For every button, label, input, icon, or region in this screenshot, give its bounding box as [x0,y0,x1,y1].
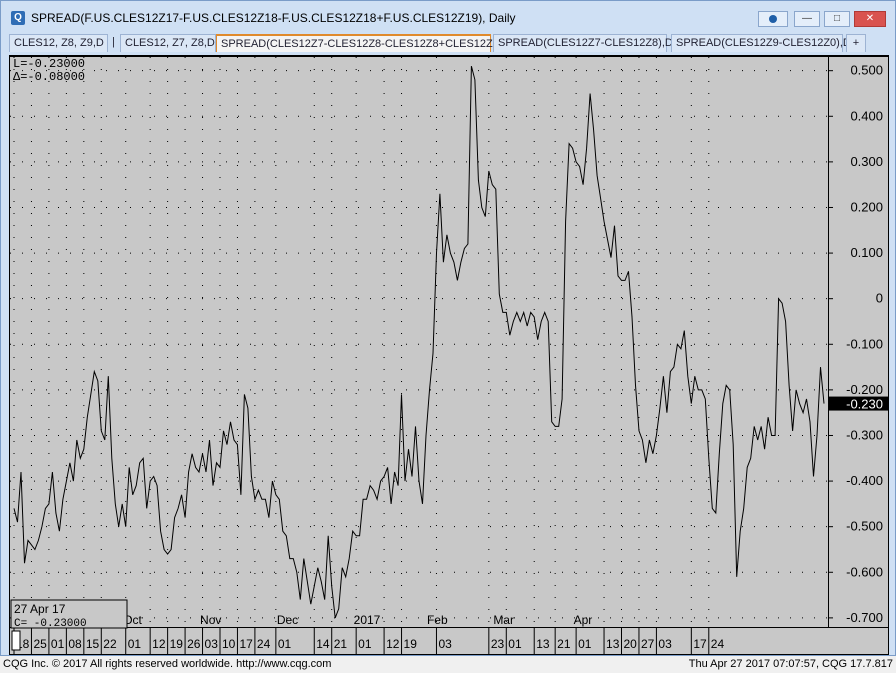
timestamp-version: Thu Apr 27 2017 07:07:57, CQG 17.7.817 [688,658,893,670]
app-window: Q SPREAD(F.US.CLES12Z17-F.US.CLES12Z18-F… [0,0,896,656]
copyright-text: CQG Inc. © 2017 All rights reserved worl… [3,658,332,670]
day-label-18: 12 [386,637,400,651]
month-label-4: 2017 [354,613,381,627]
status-bar: CQG Inc. © 2017 All rights reserved worl… [0,657,896,673]
record-dot-icon [769,15,777,23]
day-label-8: 19 [170,637,184,651]
day-label-24: 21 [557,637,571,651]
month-label-5: Feb [427,613,448,627]
y-tick-label-0: 0.500 [850,63,883,78]
cursor-date: 27 Apr 17 [14,602,66,616]
record-icon[interactable] [758,11,788,27]
y-tick-label-1: 0.400 [850,108,883,123]
cursor-marker-icon[interactable] [11,630,21,651]
day-label-19: 19 [404,637,418,651]
day-label-16: 21 [334,637,348,651]
day-label-14: 01 [278,637,292,651]
tab-spread-z7-z8-z8-z9[interactable]: SPREAD(CLES12Z7-CLES12Z8-CLES12Z8+CLES12… [216,34,514,52]
month-label-2: Nov [200,613,221,627]
y-tick-label-7: -0.200 [846,382,883,397]
day-label-9: 26 [187,637,201,651]
tab-bar: CLES12, Z8, Z9,D | CLES12, Z7, Z8,D SPRE… [9,33,889,53]
day-label-6: 01 [128,637,142,651]
y-tick-label-5: 0 [876,291,883,306]
y-tick-label-4: 0.100 [850,245,883,260]
app-icon[interactable]: Q [11,11,25,25]
plot-background [10,57,828,627]
day-label-21: 23 [491,637,505,651]
tab-cles12-z7-z8[interactable]: CLES12, Z7, Z8,D [120,34,216,52]
day-label-22: 01 [508,637,522,651]
day-label-31: 24 [711,637,725,651]
readout-delta: Δ=-0.08000 [13,70,85,84]
month-label-3: Dec [277,613,298,627]
day-label-30: 17 [693,637,707,651]
maximize-button[interactable]: □ [824,11,850,27]
cursor-close: C= -0.23000 [14,618,87,630]
tab-separator: | [112,36,115,48]
day-label-5: 22 [103,637,117,651]
day-label-7: 12 [152,637,166,651]
minimize-button[interactable]: — [794,11,820,27]
chart-area[interactable]: 0.500 0.400 0.300 0.200 0.100 0 -0.100 -0.200 -0… [9,55,889,655]
last-price-label: -0.230 [846,397,883,412]
price-chart[interactable]: 0.5000.4000.3000.2000.1000-0.100-0.200-0… [9,55,889,655]
y-tick-label-10: -0.500 [846,519,883,534]
day-label-4: 15 [86,637,100,651]
y-tick-label-12: -0.700 [846,610,883,625]
day-label-11: 10 [222,637,236,651]
day-label-17: 01 [358,637,372,651]
y-tick-label-8: -0.300 [846,427,883,442]
day-label-29: 03 [658,637,672,651]
day-label-26: 13 [606,637,620,651]
title-bar[interactable]: Q SPREAD(F.US.CLES12Z17-F.US.CLES12Z18-F… [1,1,895,32]
month-label-6: Mar [493,613,514,627]
day-label-27: 20 [624,637,638,651]
readout-level: L=-0.23000 [13,57,85,71]
y-tick-label-2: 0.300 [850,154,883,169]
day-label-10: 03 [205,637,219,651]
day-label-23: 13 [536,637,550,651]
close-button[interactable]: ✕ [854,11,886,27]
window-title: SPREAD(F.US.CLES12Z17-F.US.CLES12Z18-F.U… [31,11,516,25]
tab-cles12-z8-z9[interactable]: CLES12, Z8, Z9,D [9,34,108,52]
day-label-2: 01 [51,637,65,651]
tab-spread-z9-z0[interactable]: SPREAD(CLES12Z9-CLES12Z0),D [671,34,851,52]
day-label-15: 14 [316,637,330,651]
y-tick-label-3: 0.200 [850,199,883,214]
day-label-25: 01 [578,637,592,651]
day-label-13: 24 [257,637,271,651]
y-tick-label-9: -0.400 [846,473,883,488]
day-label-1: 25 [33,637,47,651]
day-label-20: 03 [438,637,452,651]
day-label-12: 17 [239,637,253,651]
y-tick-label-11: -0.600 [846,564,883,579]
month-label-7: Apr [574,613,593,627]
add-tab-button[interactable]: + [846,34,866,52]
tab-spread-z7-z8[interactable]: SPREAD(CLES12Z7-CLES12Z8),D [493,34,673,52]
day-label-3: 08 [68,637,82,651]
y-tick-label-6: -0.100 [846,336,883,351]
day-label-28: 27 [641,637,655,651]
